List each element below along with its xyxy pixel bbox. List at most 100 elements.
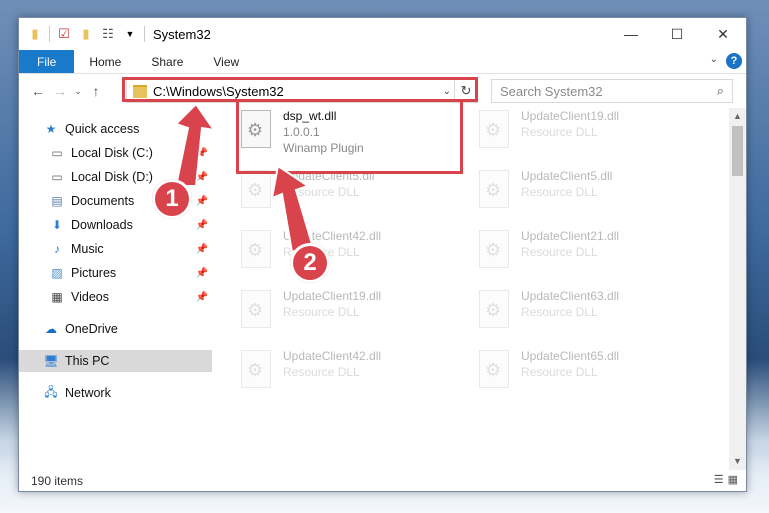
sidebar-item-label: Pictures xyxy=(71,266,117,280)
file-item[interactable]: ⚙ UpdateClient19.dll Resource DLL xyxy=(237,288,452,336)
file-description: Resource DLL xyxy=(521,305,598,319)
sidebar-item-quick-access[interactable]: ★ Quick access xyxy=(19,118,212,140)
tab-view[interactable]: View xyxy=(198,50,254,73)
quick-access-toolbar: ▮ ☑ ▮ ☷ ▼ xyxy=(19,26,145,42)
file-item[interactable]: ⚙ UpdateClient5.dll Resource DLL xyxy=(475,168,690,216)
file-name: UpdateClient19.dll xyxy=(521,109,620,123)
file-description: Resource DLL xyxy=(521,125,598,139)
title-bar: ▮ ☑ ▮ ☷ ▼ System32 — ☐ ✕ xyxy=(19,18,746,50)
pin-icon[interactable]: 📌 xyxy=(196,292,208,303)
sidebar-item-label: Quick access xyxy=(65,122,140,136)
documents-icon: ▤ xyxy=(51,194,63,208)
sidebar-item-pictures[interactable]: ▨ Pictures 📌 xyxy=(19,262,212,284)
download-icon: ⬇ xyxy=(51,218,63,232)
file-description: Resource DLL xyxy=(521,365,598,379)
file-description: Resource DLL xyxy=(283,185,360,199)
pin-icon[interactable]: 📌 xyxy=(196,196,208,207)
tab-home[interactable]: Home xyxy=(74,50,136,73)
sidebar-item-music[interactable]: ♪ Music 📌 xyxy=(19,238,212,260)
music-icon: ♪ xyxy=(54,242,60,256)
sidebar-item-label: Documents xyxy=(71,194,135,208)
sidebar-item-label: Downloads xyxy=(71,218,133,232)
search-placeholder: Search System32 xyxy=(500,83,603,99)
file-name: UpdateClient5.dll xyxy=(521,169,613,183)
tab-share[interactable]: Share xyxy=(136,50,198,73)
file-description: Resource DLL xyxy=(521,185,598,199)
view-switcher: ☰ ▦ xyxy=(714,473,738,486)
minimize-button[interactable]: — xyxy=(608,18,654,50)
dll-file-icon: ⚙ xyxy=(237,348,273,388)
expand-ribbon-icon[interactable]: ⌄ xyxy=(710,54,718,65)
dll-file-icon: ⚙ xyxy=(237,228,273,268)
file-name: UpdateClient19.dll xyxy=(283,289,382,303)
file-description: Resource DLL xyxy=(521,245,598,259)
close-button[interactable]: ✕ xyxy=(700,18,746,50)
videos-icon: ▦ xyxy=(51,290,63,304)
dll-file-icon: ⚙ xyxy=(237,168,273,208)
sidebar-item-label: Local Disk (D:) xyxy=(71,170,153,184)
navigation-pane: ★ Quick access ▭ Local Disk (C:) 📌 ▭ Loc… xyxy=(19,108,212,470)
file-name: UpdateClient65.dll xyxy=(521,349,620,363)
step-badge-1: 1 xyxy=(152,179,192,219)
dll-file-icon: ⚙ xyxy=(475,348,511,388)
customize-icon[interactable]: ☷ xyxy=(100,26,116,42)
dll-file-icon: ⚙ xyxy=(475,288,511,328)
sidebar-item-local-disk-c[interactable]: ▭ Local Disk (C:) 📌 xyxy=(19,142,212,164)
up-arrow-icon[interactable]: ↑ xyxy=(85,83,107,99)
pin-icon[interactable]: 📌 xyxy=(196,148,208,159)
large-icons-view-icon[interactable]: ▦ xyxy=(728,473,738,486)
sidebar-item-label: This PC xyxy=(65,354,110,368)
highlight-box-file xyxy=(236,99,463,174)
tab-file[interactable]: File xyxy=(19,50,75,73)
sidebar-item-onedrive[interactable]: ☁ OneDrive xyxy=(19,318,212,340)
status-bar: 190 items ☰ ▦ xyxy=(19,470,746,491)
file-item[interactable]: ⚙ UpdateClient5.dll Resource DLL xyxy=(237,168,452,216)
file-description: Resource DLL xyxy=(283,365,360,379)
network-icon: 🖧 xyxy=(44,384,58,399)
sidebar-item-this-pc[interactable]: 🖥 This PC xyxy=(19,350,212,372)
details-view-icon[interactable]: ☰ xyxy=(714,473,724,486)
properties-icon[interactable]: ☑ xyxy=(56,26,72,42)
new-folder-icon[interactable]: ▮ xyxy=(78,26,94,42)
pin-icon[interactable]: 📌 xyxy=(196,244,208,255)
file-name: UpdateClient42.dll xyxy=(283,349,382,363)
sidebar-item-network[interactable]: 🖧 Network xyxy=(19,382,212,404)
file-item[interactable]: ⚙ UpdateClient42.dll Resource DLL xyxy=(237,348,452,396)
search-input[interactable]: Search System32 ⌕ xyxy=(491,79,733,103)
back-arrow-icon[interactable]: ← xyxy=(27,83,49,99)
separator xyxy=(49,26,50,42)
file-item[interactable]: ⚙ UpdateClient21.dll Resource DLL xyxy=(475,228,690,276)
sidebar-item-videos[interactable]: ▦ Videos 📌 xyxy=(19,286,212,308)
drive-icon: ▭ xyxy=(51,170,63,184)
sidebar-item-downloads[interactable]: ⬇ Downloads 📌 xyxy=(19,214,212,236)
pictures-icon: ▨ xyxy=(51,266,63,280)
file-item[interactable]: ⚙ UpdateClient65.dll Resource DLL xyxy=(475,348,690,396)
file-item[interactable]: ⚙ UpdateClient42.dllResource DLL xyxy=(237,228,452,276)
computer-icon: 🖥 xyxy=(43,354,59,368)
pin-icon[interactable]: 📌 xyxy=(196,268,208,279)
file-name: UpdateClient63.dll xyxy=(521,289,620,303)
cloud-icon: ☁ xyxy=(45,322,57,336)
forward-arrow-icon[interactable]: → xyxy=(49,83,71,99)
dll-file-icon: ⚙ xyxy=(237,288,273,328)
explorer-window: ▮ ☑ ▮ ☷ ▼ System32 — ☐ ✕ File Home Share… xyxy=(18,17,747,492)
recent-chevron-icon[interactable]: ⌄ xyxy=(71,86,85,97)
chevron-down-icon[interactable]: ▼ xyxy=(122,26,138,42)
scroll-down-icon[interactable]: ▼ xyxy=(729,453,746,470)
file-item[interactable]: ⚙ UpdateClient63.dll Resource DLL xyxy=(475,288,690,336)
scrollbar-thumb[interactable] xyxy=(732,126,743,176)
ribbon-tabs: File Home Share View ⌄ ? xyxy=(19,50,746,74)
folder-icon[interactable]: ▮ xyxy=(27,26,43,42)
window-title: System32 xyxy=(153,26,211,42)
maximize-button[interactable]: ☐ xyxy=(654,18,700,50)
scroll-up-icon[interactable]: ▲ xyxy=(729,108,746,125)
file-name: UpdateClient42.dll xyxy=(283,229,382,243)
file-description: Resource DLL xyxy=(283,305,360,319)
help-icon[interactable]: ? xyxy=(726,53,742,69)
dll-file-icon: ⚙ xyxy=(475,108,511,148)
sidebar-item-label: Videos xyxy=(71,290,109,304)
vertical-scrollbar[interactable]: ▲ ▼ xyxy=(729,108,746,470)
pin-icon[interactable]: 📌 xyxy=(196,220,208,231)
file-item[interactable]: ⚙ UpdateClient19.dll Resource DLL xyxy=(475,108,690,156)
pin-icon[interactable]: 📌 xyxy=(196,172,208,183)
